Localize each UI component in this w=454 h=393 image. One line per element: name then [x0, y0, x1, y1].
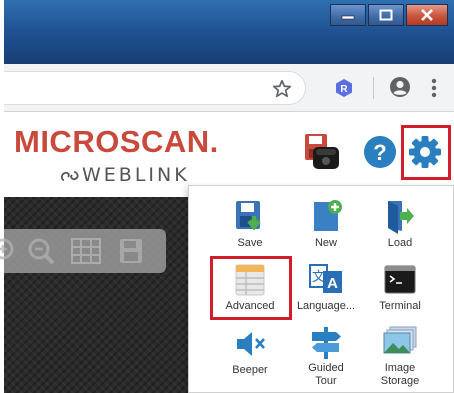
maximize-icon	[379, 9, 393, 21]
menu-item-label: Save	[237, 237, 263, 249]
menu-item-guided-tour[interactable]: Guided Tour	[287, 325, 365, 388]
maximize-button[interactable]	[368, 4, 404, 26]
language-icon: 文 A	[309, 264, 342, 293]
menu-item-label: Load	[387, 237, 413, 249]
window-title-bar[interactable]	[4, 0, 454, 64]
bookmark-star-icon[interactable]	[271, 78, 293, 100]
close-icon	[421, 9, 433, 21]
zoom-in-icon[interactable]	[0, 236, 20, 271]
zoom-out-icon[interactable]	[26, 236, 56, 271]
advanced-highlight	[210, 256, 292, 320]
menu-item-save[interactable]: Save	[211, 198, 289, 250]
menu-item-terminal[interactable]: Terminal	[361, 263, 439, 313]
image-viewer[interactable]	[0, 197, 188, 393]
window-controls	[330, 4, 448, 26]
profile-icon[interactable]	[389, 76, 411, 98]
minimize-icon	[341, 15, 355, 20]
image-storage-icon	[383, 326, 417, 354]
menu-item-language[interactable]: 文 A Language...	[287, 263, 365, 313]
svg-text:?: ?	[373, 140, 386, 165]
extension-icon[interactable]: R	[334, 78, 354, 98]
save-image-icon[interactable]	[116, 236, 146, 271]
save-icon	[236, 201, 261, 231]
help-icon[interactable]: ?	[363, 135, 397, 169]
guided-tour-icon	[312, 327, 341, 359]
menu-item-beeper[interactable]: Beeper	[211, 327, 289, 377]
new-file-icon	[314, 200, 342, 231]
microscan-logo[interactable]: MICROSCAN. WEBLINK	[14, 124, 234, 188]
menu-item-image-storage[interactable]: Image Storage	[361, 325, 439, 388]
menu-item-label: Language...	[296, 300, 356, 312]
menu-item-label: Terminal	[379, 300, 421, 312]
svg-text:A: A	[327, 275, 338, 292]
brand-name: MICROSCAN.	[14, 124, 219, 159]
grid-icon[interactable]	[70, 236, 102, 271]
zoom-toolbar	[0, 229, 166, 273]
menu-item-label: New	[314, 237, 337, 249]
browser-toolbar: R	[4, 64, 454, 112]
menu-icon[interactable]	[430, 77, 438, 99]
load-icon	[388, 201, 414, 234]
settings-highlight	[401, 125, 451, 180]
weblink-page: MICROSCAN. WEBLINK ? Save New Load Advan…	[0, 113, 454, 393]
menu-item-new[interactable]: New	[287, 198, 365, 250]
terminal-icon	[384, 265, 416, 294]
menu-item-label: Image Storage	[380, 362, 420, 387]
toolbar-separator	[373, 77, 374, 99]
menu-item-load[interactable]: Load	[361, 198, 439, 250]
beeper-icon	[237, 332, 265, 356]
menu-item-label: Beeper	[232, 364, 268, 376]
close-button[interactable]	[406, 4, 448, 26]
settings-dropdown-menu: Save New Load Advanced 文 A Language... T…	[188, 185, 454, 393]
weblink-logo-icon	[60, 171, 79, 181]
product-name: WEBLINK	[82, 164, 190, 186]
address-bar[interactable]	[4, 71, 306, 105]
minimize-button[interactable]	[330, 4, 366, 26]
save-reader-icon[interactable]	[303, 131, 343, 171]
extension-letter: R	[340, 84, 348, 95]
menu-item-label: Guided Tour	[308, 362, 344, 387]
